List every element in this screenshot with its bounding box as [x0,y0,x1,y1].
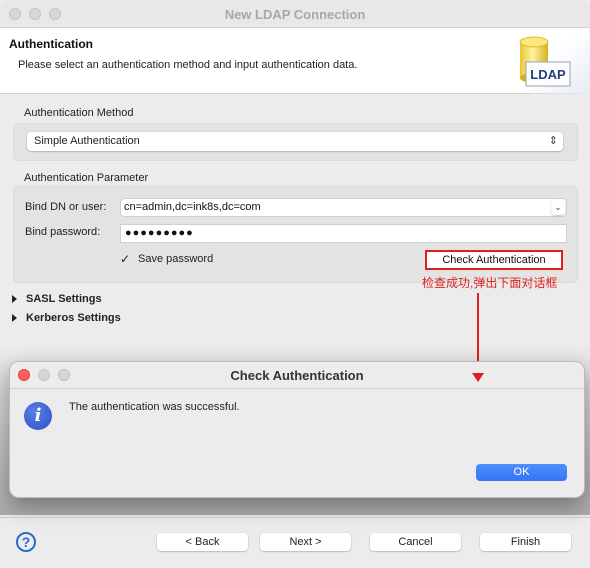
bind-password-field[interactable]: ●●●●●●●●● [120,224,567,243]
dialog-titlebar: Check Authentication [10,362,584,389]
check-authentication-dialog: Check Authentication i The authenticatio… [9,361,585,498]
auth-method-selected: Simple Authentication [34,135,140,147]
ldap-icon-label: LDAP [530,67,566,82]
auth-method-select[interactable]: Simple Authentication ⇕ [27,132,563,151]
page-title: Authentication [9,37,93,51]
back-button[interactable]: < Back [157,533,248,551]
bind-dn-value: cn=admin,dc=ink8s,dc=com [124,201,261,213]
auth-parameter-label: Authentication Parameter [24,172,149,184]
help-icon[interactable]: ? [16,532,36,552]
dialog-message: The authentication was successful. [69,401,240,413]
sasl-settings-expander[interactable]: SASL Settings [12,293,102,305]
disclosure-triangle-icon [12,295,17,303]
kerberos-settings-label: Kerberos Settings [26,312,121,324]
new-ldap-connection-window: New LDAP Connection Authentication Pleas… [0,0,590,568]
auth-parameter-group: Bind DN or user: cn=admin,dc=ink8s,dc=co… [13,186,578,283]
info-icon: i [24,402,52,430]
auth-method-group: Simple Authentication ⇕ [13,123,578,161]
sasl-settings-label: SASL Settings [26,293,102,305]
ok-button[interactable]: OK [476,464,567,481]
dialog-title: Check Authentication [230,368,364,383]
save-password-label: Save password [138,253,214,265]
wizard-banner: Authentication Please select an authenti… [0,28,590,94]
footer-divider [0,517,590,518]
kerberos-settings-expander[interactable]: Kerberos Settings [12,312,121,324]
bind-password-label: Bind password: [25,226,101,238]
window-title: New LDAP Connection [224,7,366,22]
disclosure-triangle-icon [12,314,17,322]
annotation-arrow-head [472,373,484,382]
bind-dn-combo[interactable]: cn=admin,dc=ink8s,dc=com ⌄ [120,198,567,217]
save-password-row[interactable]: ✓ Save password [120,253,213,265]
annotation-text: 检查成功,弹出下面对话框 [422,276,558,290]
bind-dn-label: Bind DN or user: [25,201,107,213]
next-button[interactable]: Next > [260,533,351,551]
check-authentication-button[interactable]: Check Authentication [425,250,563,270]
cancel-button[interactable]: Cancel [370,533,461,551]
page-description: Please select an authentication method a… [18,59,358,71]
finish-button[interactable]: Finish [480,533,571,551]
window-titlebar: New LDAP Connection [0,0,590,28]
select-arrows-icon: ⇕ [548,135,558,147]
ldap-database-icon: LDAP [519,36,571,87]
auth-method-label: Authentication Method [24,107,134,119]
save-password-checkbox[interactable]: ✓ [120,253,132,265]
chevron-down-icon[interactable]: ⌄ [551,200,565,215]
